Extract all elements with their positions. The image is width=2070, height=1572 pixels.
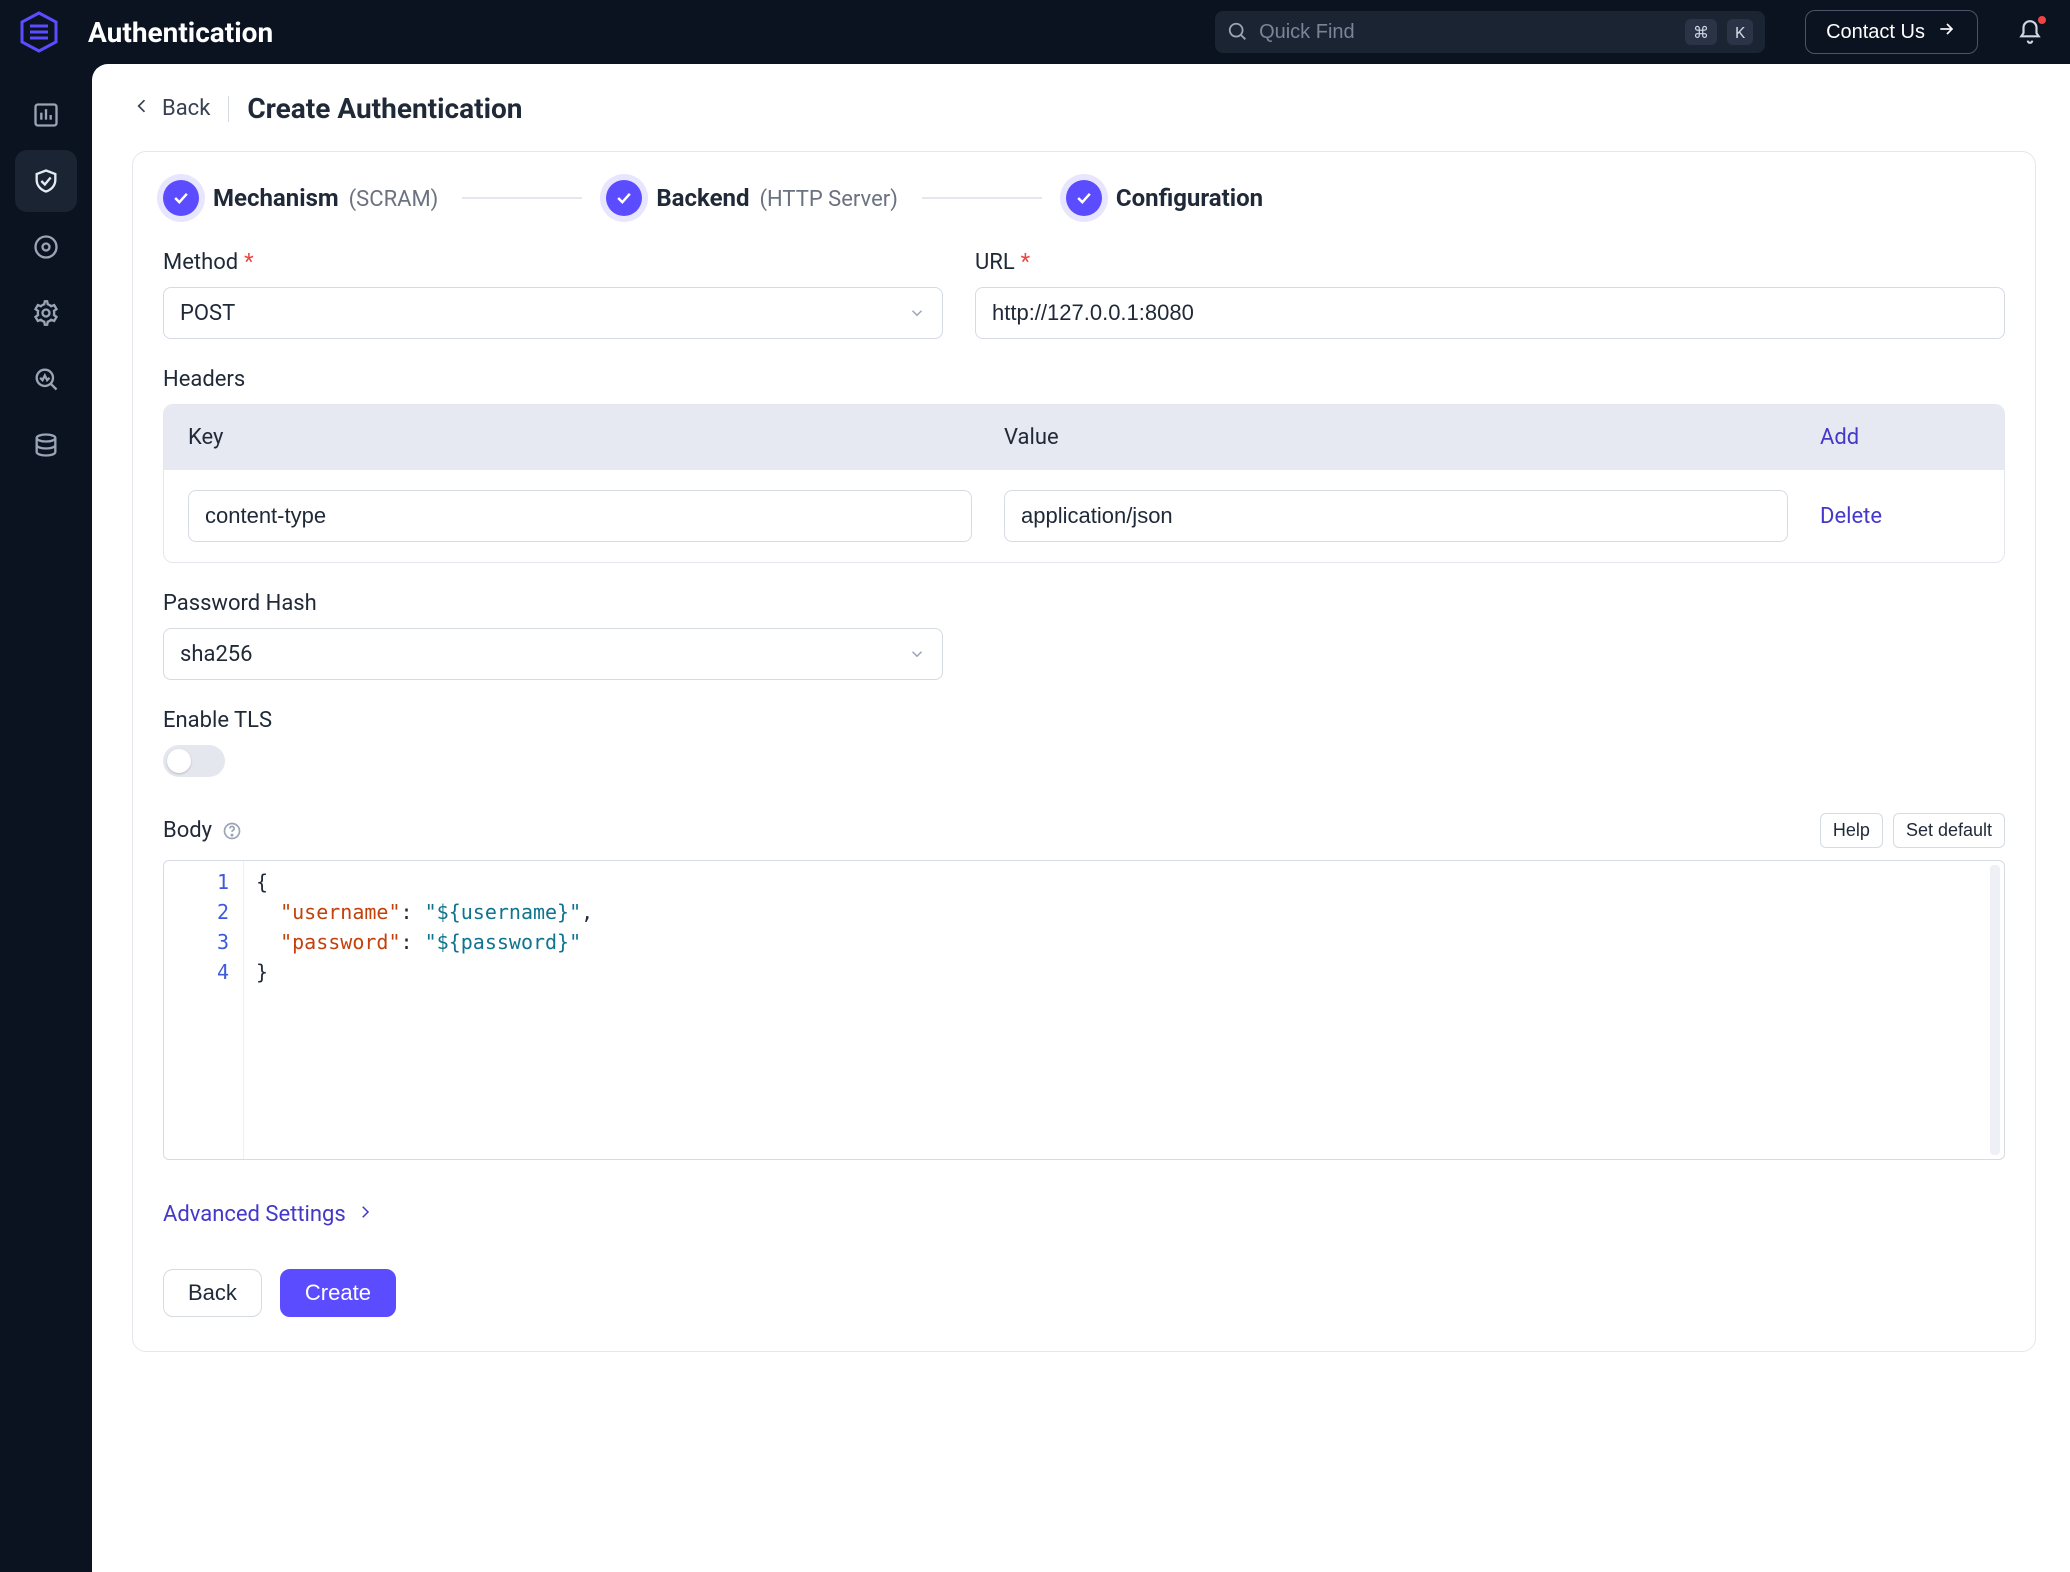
app-title: Authentication <box>88 16 273 49</box>
topbar: Authentication ⌘ K Contact Us <box>0 0 2070 64</box>
headers-add-link[interactable]: Add <box>1820 425 1980 450</box>
header-delete-link[interactable]: Delete <box>1820 504 1980 529</box>
url-label: URL <box>975 250 1015 275</box>
headers-col-key: Key <box>188 425 1004 450</box>
kbd-k: K <box>1727 19 1753 45</box>
help-button[interactable]: Help <box>1820 813 1883 848</box>
step-mechanism[interactable]: Mechanism (SCRAM) <box>163 180 438 216</box>
step1-label: Mechanism <box>213 184 339 212</box>
back-label: Back <box>162 96 210 121</box>
nav-security[interactable] <box>15 150 77 212</box>
notification-dot <box>2036 14 2048 26</box>
step2-label: Backend <box>656 184 749 212</box>
check-icon <box>1066 180 1102 216</box>
method-label: Method <box>163 250 238 275</box>
step-backend[interactable]: Backend (HTTP Server) <box>606 180 898 216</box>
method-select[interactable]: POST <box>163 287 943 339</box>
headers-label: Headers <box>163 367 245 392</box>
required-mark: * <box>1021 250 1030 275</box>
headers-row: Delete <box>164 470 2004 562</box>
chevron-left-icon <box>132 96 152 122</box>
header-value-input[interactable] <box>1021 503 1771 529</box>
url-input[interactable] <box>992 300 1988 326</box>
required-mark: * <box>244 250 253 275</box>
method-value: POST <box>180 301 235 326</box>
nav-clusters[interactable] <box>15 414 77 476</box>
headers-box: Key Value Add Delete <box>163 404 2005 563</box>
body-code-editor[interactable]: 1234 { "username": "${username}", "passw… <box>163 860 2005 1160</box>
advanced-settings-label: Advanced Settings <box>163 1202 346 1227</box>
advanced-settings-link[interactable]: Advanced Settings <box>163 1202 2005 1227</box>
header-value-input-wrap[interactable] <box>1004 490 1788 542</box>
back-button[interactable]: Back <box>163 1269 262 1317</box>
nav-dashboard[interactable] <box>15 84 77 146</box>
search-input[interactable] <box>1259 21 1675 44</box>
back-link[interactable]: Back <box>132 96 210 122</box>
header-key-input[interactable] <box>205 503 955 529</box>
help-icon[interactable] <box>222 821 242 841</box>
chevron-down-icon <box>908 645 926 663</box>
tls-label: Enable TLS <box>163 708 272 733</box>
step1-sub: (SCRAM) <box>349 187 439 212</box>
step-configuration[interactable]: Configuration <box>1066 180 1263 216</box>
hash-value: sha256 <box>180 642 253 667</box>
chevron-down-icon <box>908 304 926 322</box>
check-icon <box>606 180 642 216</box>
breadcrumb: Back Create Authentication <box>132 92 2036 125</box>
step2-sub: (HTTP Server) <box>760 187 898 212</box>
contact-us-button[interactable]: Contact Us <box>1805 10 1978 54</box>
search-box[interactable]: ⌘ K <box>1215 11 1765 53</box>
search-icon <box>1227 21 1249 43</box>
app-logo[interactable] <box>18 11 60 53</box>
nav-settings[interactable] <box>15 282 77 344</box>
create-button[interactable]: Create <box>280 1269 396 1317</box>
check-icon <box>163 180 199 216</box>
chevron-right-icon <box>356 1202 374 1227</box>
tls-toggle[interactable] <box>163 745 225 777</box>
contact-us-label: Contact Us <box>1826 21 1925 44</box>
url-input-wrap[interactable] <box>975 287 2005 339</box>
notifications-button[interactable] <box>2014 16 2046 48</box>
page-title: Create Authentication <box>247 92 522 125</box>
body-label: Body <box>163 818 212 843</box>
stepper: Mechanism (SCRAM) Backend (HTTP Server) <box>163 180 2005 216</box>
step3-label: Configuration <box>1116 184 1263 212</box>
header-key-input-wrap[interactable] <box>188 490 972 542</box>
breadcrumb-divider <box>228 96 229 122</box>
code-content[interactable]: { "username": "${username}", "password":… <box>244 861 605 1159</box>
hash-label: Password Hash <box>163 591 317 616</box>
arrow-right-icon <box>1937 19 1957 45</box>
nav-connections[interactable] <box>15 216 77 278</box>
content-area: Back Create Authentication Mechanism (SC… <box>92 64 2070 1572</box>
stepper-line <box>922 197 1042 199</box>
headers-col-value: Value <box>1004 425 1820 450</box>
nav-diagnostics[interactable] <box>15 348 77 410</box>
kbd-cmd: ⌘ <box>1685 19 1717 45</box>
hash-select[interactable]: sha256 <box>163 628 943 680</box>
set-default-button[interactable]: Set default <box>1893 813 2005 848</box>
stepper-line <box>462 197 582 199</box>
code-gutter: 1234 <box>164 861 244 1159</box>
form-card: Mechanism (SCRAM) Backend (HTTP Server) <box>132 151 2036 1352</box>
sidenav <box>0 64 92 1572</box>
